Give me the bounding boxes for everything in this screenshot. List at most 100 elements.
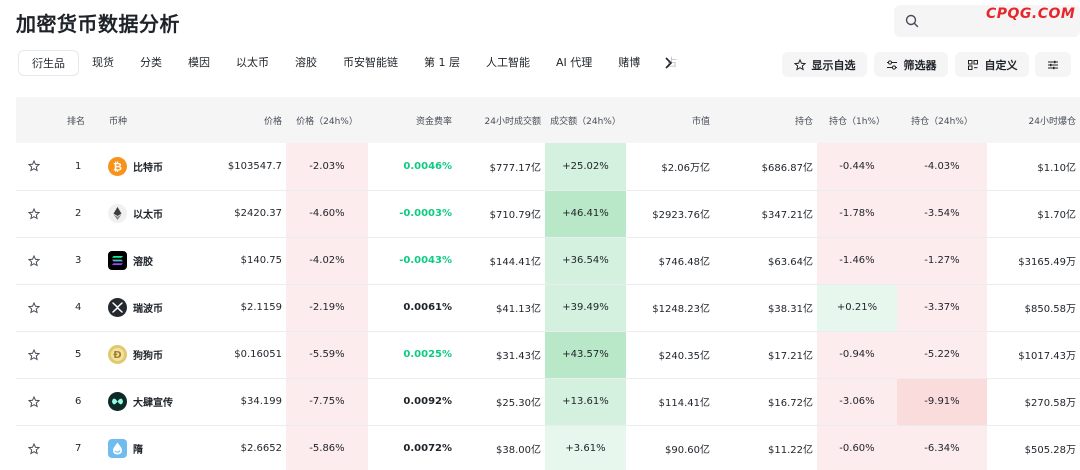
table-row[interactable]: 4 瑞波币 $2.1159 -2.19% 0.0061% $41.13亿 +39.49% $1… bbox=[16, 284, 1080, 332]
filter-button[interactable]: 筛选器 bbox=[874, 52, 948, 77]
oi-24h-cell: -3.54% bbox=[897, 190, 987, 238]
watermark: CPQG.COM bbox=[986, 6, 1076, 22]
watchlist-label: 显示自选 bbox=[811, 58, 856, 72]
oi-1h-cell: -0.94% bbox=[817, 331, 897, 379]
coin-cell[interactable]: 隋 bbox=[108, 425, 190, 470]
dogecoin-icon: Ð bbox=[108, 345, 127, 364]
tab-2[interactable]: 分类 bbox=[127, 50, 175, 76]
price-cell: $0.16051 bbox=[190, 331, 286, 379]
rank-cell: 5 bbox=[52, 331, 108, 379]
customize-button[interactable]: 自定义 bbox=[955, 52, 1029, 77]
star-icon[interactable] bbox=[28, 395, 40, 408]
customize-label: 自定义 bbox=[984, 58, 1018, 72]
tab-10[interactable]: 赌博 bbox=[605, 50, 653, 76]
sliders-icon bbox=[1048, 60, 1058, 69]
rank-cell: 2 bbox=[52, 190, 108, 238]
settings-button[interactable] bbox=[1035, 52, 1071, 77]
header-volume[interactable]: 24小时成交额 bbox=[456, 97, 545, 143]
rank-cell: 6 bbox=[52, 378, 108, 426]
ethereum-icon bbox=[108, 204, 127, 223]
price-cell: $2.1159 bbox=[190, 284, 286, 332]
oi-cell: $686.87亿 bbox=[714, 143, 817, 191]
svg-text:Ð: Ð bbox=[113, 350, 121, 361]
star-icon[interactable] bbox=[28, 442, 40, 455]
watchlist-button[interactable]: 显示自选 bbox=[782, 52, 867, 77]
coin-name: 溶胶 bbox=[133, 257, 153, 268]
price-cell: $140.75 bbox=[190, 237, 286, 285]
header-oi[interactable]: 持仓 bbox=[714, 97, 817, 143]
header-coin[interactable]: 币种 bbox=[108, 97, 190, 143]
oi-1h-cell: -0.60% bbox=[817, 425, 897, 470]
coin-name: 大肆宣传 bbox=[133, 398, 173, 409]
tab-6[interactable]: 币安智能链 bbox=[330, 50, 411, 76]
funding-cell: 0.0092% bbox=[368, 378, 456, 426]
volume-change-cell: +39.49% bbox=[545, 284, 626, 332]
header-oi-24h[interactable]: 持仓（24h%） bbox=[897, 97, 987, 143]
star-icon[interactable] bbox=[28, 160, 40, 172]
market-table: 排名 币种 价格 价格（24h%） 资金费率 24小时成交额 成交额（24h%）… bbox=[16, 97, 1080, 470]
oi-24h-cell: -3.37% bbox=[897, 284, 987, 332]
star-icon[interactable] bbox=[28, 301, 40, 314]
liq-cell: $1017.43万 bbox=[987, 331, 1080, 379]
oi-cell: $11.22亿 bbox=[714, 425, 817, 470]
header-liq[interactable]: 24小时爆仓 bbox=[987, 97, 1080, 143]
liq-cell: $270.58万 bbox=[987, 378, 1080, 426]
table-row[interactable]: 1 ₿ 比特币 $103547.7 -2.03% 0.0046% $777.17亿 +25.0… bbox=[16, 143, 1080, 191]
table-row[interactable]: 5 Ð 狗狗币 $0.16051 -5.59% 0.0025% $31.43亿 +43.57%… bbox=[16, 331, 1080, 379]
star-icon[interactable] bbox=[28, 348, 40, 361]
table-row[interactable]: 7 隋 $2.6652 -5.86% 0.0072% $38.00亿 +3.61% $90.6… bbox=[16, 425, 1080, 470]
hype-icon bbox=[108, 392, 127, 411]
header-mcap[interactable]: 市值 bbox=[626, 97, 714, 143]
liq-cell: $1.70亿 bbox=[987, 190, 1080, 238]
rank-cell: 7 bbox=[52, 425, 108, 470]
oi-1h-cell: -1.46% bbox=[817, 237, 897, 285]
header-oi-1h[interactable]: 持仓（1h%） bbox=[817, 97, 897, 143]
table-row[interactable]: 2 以太币 $2420.37 -4.60% -0.0003% $710.79亿 +46.41… bbox=[16, 190, 1080, 238]
oi-24h-cell: -6.34% bbox=[897, 425, 987, 470]
funding-cell: -0.0003% bbox=[368, 190, 456, 238]
coin-cell[interactable]: 以太币 bbox=[108, 190, 190, 238]
coin-cell[interactable]: ₿ 比特币 bbox=[108, 143, 190, 191]
tab-4[interactable]: 以太币 bbox=[223, 50, 282, 76]
oi-1h-cell: -3.06% bbox=[817, 378, 897, 426]
tab-9[interactable]: AI 代理 bbox=[543, 50, 605, 76]
tab-7[interactable]: 第 1 层 bbox=[411, 50, 473, 76]
header-change[interactable]: 价格（24h%） bbox=[286, 97, 368, 143]
volume-change-cell: +25.02% bbox=[545, 143, 626, 191]
coin-cell[interactable]: 瑞波币 bbox=[108, 284, 190, 332]
header-funding[interactable]: 资金费率 bbox=[368, 97, 456, 143]
tab-3[interactable]: 模因 bbox=[175, 50, 223, 76]
volume-change-cell: +43.57% bbox=[545, 331, 626, 379]
oi-1h-cell: +0.21% bbox=[817, 284, 897, 332]
bitcoin-icon: ₿ bbox=[108, 156, 127, 176]
oi-24h-cell: -5.22% bbox=[897, 331, 987, 379]
mcap-cell: $1248.23亿 bbox=[626, 284, 714, 332]
volume-cell: $31.43亿 bbox=[456, 331, 545, 379]
oi-cell: $347.21亿 bbox=[714, 190, 817, 238]
table-row[interactable]: 6 大肆宣传 $34.199 -7.75% 0.0092% $25.30亿 +13.61% $… bbox=[16, 378, 1080, 426]
star-icon[interactable] bbox=[28, 254, 40, 267]
tab-8[interactable]: 人工智能 bbox=[473, 50, 543, 76]
change-cell: -4.02% bbox=[286, 237, 368, 285]
change-cell: -5.59% bbox=[286, 331, 368, 379]
chevron-right-icon[interactable] bbox=[662, 56, 674, 70]
oi-1h-cell: -0.44% bbox=[817, 143, 897, 191]
mcap-cell: $240.35亿 bbox=[626, 331, 714, 379]
table-row[interactable]: 3 溶胶 $140.75 -4.02% -0.0043% $144.41亿 +36.54% $… bbox=[16, 237, 1080, 285]
header-volume-change[interactable]: 成交额（24h%） bbox=[545, 97, 626, 143]
coin-cell[interactable]: 溶胶 bbox=[108, 237, 190, 285]
header-rank[interactable]: 排名 bbox=[52, 97, 108, 143]
coin-cell[interactable]: Ð 狗狗币 bbox=[108, 331, 190, 379]
mcap-cell: $2923.76亿 bbox=[626, 190, 714, 238]
solana-icon bbox=[108, 251, 127, 270]
volume-cell: $144.41亿 bbox=[456, 237, 545, 285]
table-header: 排名 币种 价格 价格（24h%） 资金费率 24小时成交额 成交额（24h%）… bbox=[16, 97, 1080, 143]
tab-1[interactable]: 现货 bbox=[79, 50, 127, 76]
tab-0[interactable]: 衍生品 bbox=[18, 50, 79, 76]
header-price[interactable]: 价格 bbox=[190, 97, 286, 143]
tab-5[interactable]: 溶胶 bbox=[282, 50, 330, 76]
price-cell: $2420.37 bbox=[190, 190, 286, 238]
star-icon[interactable] bbox=[28, 207, 40, 220]
filter-icon bbox=[886, 59, 897, 70]
coin-cell[interactable]: 大肆宣传 bbox=[108, 378, 190, 426]
